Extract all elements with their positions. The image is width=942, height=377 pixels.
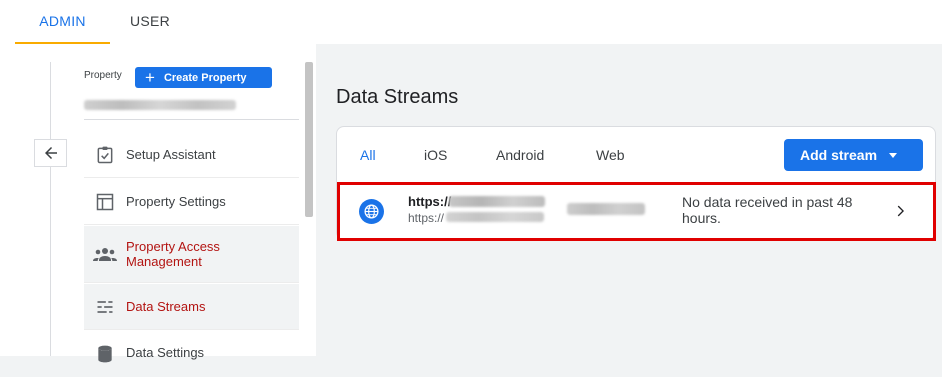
add-stream-label: Add stream <box>800 147 878 163</box>
top-tab-bar: ADMIN USER <box>0 0 942 44</box>
tab-ios[interactable]: iOS <box>424 147 447 163</box>
highlight-box <box>337 182 936 241</box>
tab-admin[interactable]: ADMIN <box>15 0 110 44</box>
arrow-left-icon <box>44 147 57 159</box>
property-settings-icon <box>84 192 126 212</box>
sidebar-item-label: Data Streams <box>126 299 206 314</box>
back-button[interactable] <box>34 139 67 167</box>
page-title: Data Streams <box>336 86 459 108</box>
divider <box>84 119 299 120</box>
add-stream-button[interactable]: Add stream <box>784 139 923 171</box>
sidebar-item-label: Property Access Management <box>126 239 220 269</box>
sidebar-item-setup-assistant[interactable]: Setup Assistant <box>84 132 299 178</box>
sidebar-item-property-access-management[interactable]: Property Access Management <box>84 226 299 283</box>
checklist-icon <box>84 145 126 165</box>
caret-down-icon <box>889 153 897 158</box>
plus-icon: + <box>145 68 155 87</box>
sidebar-item-data-settings[interactable]: Data Settings <box>84 331 299 377</box>
rail-divider <box>50 62 51 356</box>
tab-all[interactable]: All <box>360 147 376 163</box>
tab-android[interactable]: Android <box>496 147 544 163</box>
create-property-label: Create Property <box>163 71 247 84</box>
sidebar-item-label: Property Settings <box>126 194 226 209</box>
create-property-button[interactable]: + Create Property <box>135 67 272 88</box>
tab-web[interactable]: Web <box>596 147 625 163</box>
people-icon <box>84 244 126 264</box>
sidebar-scrollbar[interactable] <box>305 62 313 217</box>
sidebar-item-label: Setup Assistant <box>126 147 216 162</box>
tab-user[interactable]: USER <box>122 0 178 44</box>
property-label: Property <box>84 70 122 81</box>
sidebar-item-property-settings[interactable]: Property Settings <box>84 179 299 225</box>
data-streams-icon <box>84 297 126 317</box>
property-name-redacted[interactable] <box>84 100 236 110</box>
database-icon <box>84 331 126 364</box>
sidebar-item-data-streams[interactable]: Data Streams <box>84 284 299 330</box>
